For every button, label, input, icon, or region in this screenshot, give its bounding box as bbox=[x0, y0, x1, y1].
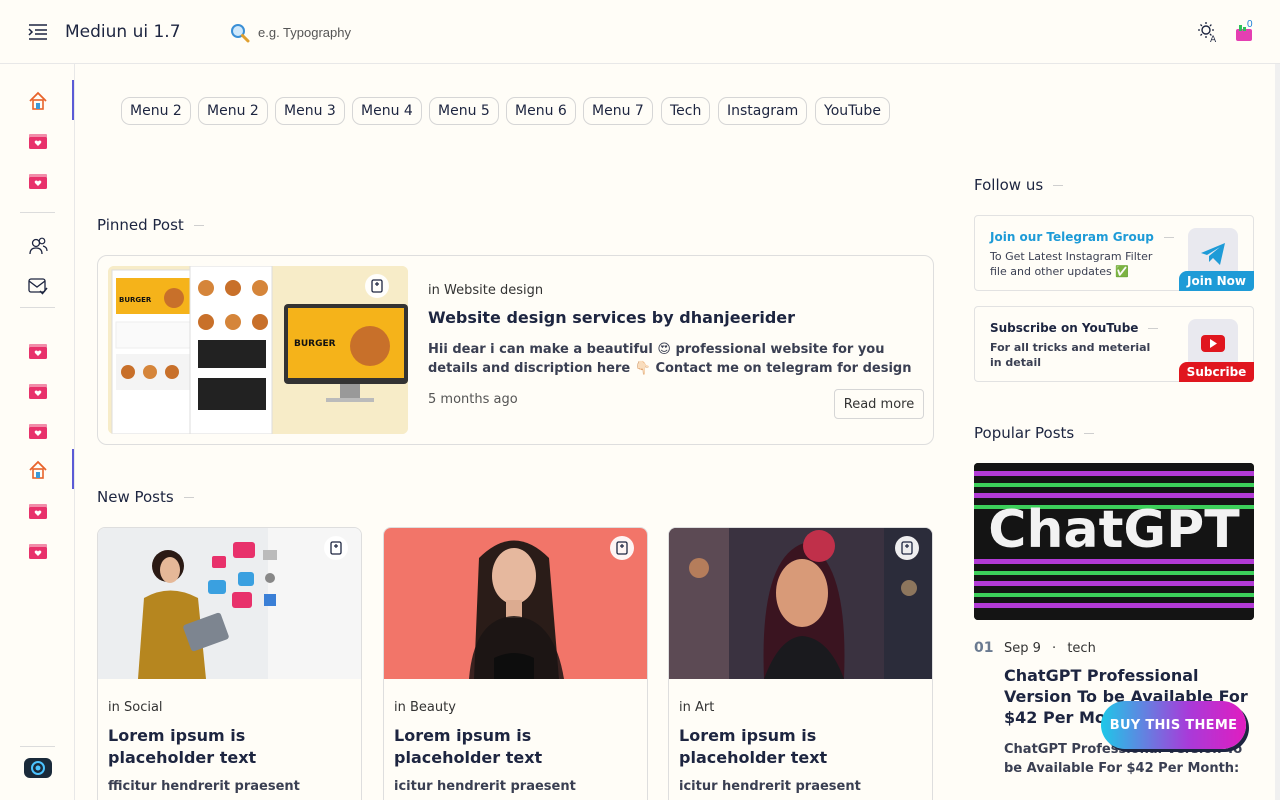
telegram-title[interactable]: Join our Telegram Group bbox=[990, 230, 1174, 244]
youtube-card[interactable]: Subscribe on YouTube For all tricks and … bbox=[974, 306, 1254, 382]
menu-chip[interactable]: Tech bbox=[661, 97, 711, 125]
page-scrollbar[interactable] bbox=[1275, 64, 1280, 800]
category-prefix: in bbox=[108, 700, 120, 715]
post-category[interactable]: in Social bbox=[108, 700, 163, 715]
image-label: ChatGPT bbox=[988, 500, 1240, 560]
rail-divider bbox=[20, 307, 55, 308]
popular-post-image[interactable]: ChatGPT bbox=[974, 463, 1254, 620]
popular-posts-heading: Popular Posts bbox=[974, 424, 1094, 442]
rail-divider bbox=[20, 746, 55, 747]
post-excerpt: icitur hendrerit praesent bbox=[679, 779, 861, 794]
theme-language-icon[interactable]: A bbox=[1197, 21, 1219, 43]
pinned-post-excerpt: Hii dear i can make a beautiful 😍 profes… bbox=[428, 342, 912, 376]
home-icon[interactable] bbox=[27, 459, 49, 481]
site-title[interactable]: Mediun ui 1.7 bbox=[65, 22, 181, 42]
post-title[interactable]: Lorem ipsum is placeholder text bbox=[679, 725, 924, 769]
search-input[interactable] bbox=[258, 20, 558, 44]
category-prefix: in bbox=[679, 700, 691, 715]
post-card[interactable]: in Beauty Lorem ipsum is placeholder tex… bbox=[383, 527, 648, 800]
popular-post-date: Sep 9 bbox=[1004, 641, 1041, 656]
pinned-post-heading: Pinned Post bbox=[97, 216, 204, 234]
svg-text:A: A bbox=[1210, 35, 1217, 43]
follow-us-heading: Follow us bbox=[974, 176, 1063, 194]
popular-post-tag[interactable]: tech bbox=[1067, 641, 1095, 656]
new-posts-heading: New Posts bbox=[97, 488, 194, 506]
post-category[interactable]: in Art bbox=[679, 700, 714, 715]
menu-chip[interactable]: Menu 3 bbox=[275, 97, 345, 125]
rail-active-indicator bbox=[72, 80, 74, 120]
post-card[interactable]: in Art Lorem ipsum is placeholder text i… bbox=[668, 527, 933, 800]
pinned-post-card[interactable]: BURGER BURGER in Website design Website … bbox=[97, 255, 934, 445]
category-name[interactable]: Beauty bbox=[410, 700, 456, 715]
rail-active-indicator bbox=[72, 449, 74, 489]
youtube-title[interactable]: Subscribe on YouTube bbox=[990, 321, 1158, 335]
users-icon[interactable] bbox=[27, 235, 49, 257]
post-image[interactable] bbox=[669, 528, 932, 679]
bookmark-icon[interactable] bbox=[324, 536, 348, 560]
cart-count-badge: 0 bbox=[1247, 19, 1253, 30]
image-label: BURGER bbox=[119, 296, 152, 304]
post-image[interactable] bbox=[384, 528, 647, 679]
avatar[interactable] bbox=[24, 758, 52, 778]
subscribe-button[interactable]: Subcribe bbox=[1179, 362, 1254, 382]
folder-heart-icon[interactable] bbox=[27, 540, 49, 562]
search-icon[interactable] bbox=[230, 23, 250, 43]
post-title[interactable]: Lorem ipsum is placeholder text bbox=[394, 725, 639, 769]
rail-divider bbox=[20, 212, 55, 213]
mail-check-icon[interactable] bbox=[27, 275, 49, 297]
post-image[interactable] bbox=[98, 528, 361, 679]
pinned-post-title[interactable]: Website design services by dhanjeerider bbox=[428, 308, 795, 327]
menu-toggle-icon[interactable] bbox=[28, 24, 48, 40]
buy-theme-button[interactable]: BUY THIS THEME bbox=[1101, 701, 1246, 749]
menu-chip[interactable]: Menu 4 bbox=[352, 97, 422, 125]
folder-heart-icon[interactable] bbox=[27, 500, 49, 522]
top-header: Mediun ui 1.7 A 0 bbox=[0, 0, 1280, 64]
home-icon[interactable] bbox=[27, 90, 49, 112]
telegram-card[interactable]: Join our Telegram Group To Get Latest In… bbox=[974, 215, 1254, 291]
folder-heart-icon[interactable] bbox=[27, 420, 49, 442]
category-prefix: in bbox=[428, 283, 440, 298]
post-excerpt: fficitur hendrerit praesent bbox=[108, 779, 300, 794]
folder-heart-icon[interactable] bbox=[27, 380, 49, 402]
category-name[interactable]: Social bbox=[124, 700, 163, 715]
youtube-description: For all tricks and meterial in detail bbox=[990, 341, 1151, 369]
read-more-button[interactable]: Read more bbox=[834, 389, 924, 419]
folder-heart-icon[interactable] bbox=[27, 130, 49, 152]
telegram-description: To Get Latest Instagram Filter file and … bbox=[990, 250, 1153, 278]
image-label: BURGER bbox=[294, 339, 336, 349]
pinned-post-category[interactable]: in Website design bbox=[428, 283, 543, 298]
menu-chip[interactable]: Menu 5 bbox=[429, 97, 499, 125]
join-now-button[interactable]: Join Now bbox=[1179, 271, 1254, 291]
menu-chip[interactable]: Menu 6 bbox=[506, 97, 576, 125]
post-card[interactable]: in Social Lorem ipsum is placeholder tex… bbox=[97, 527, 362, 800]
popular-post-number: 01 bbox=[974, 640, 994, 656]
folder-heart-icon[interactable] bbox=[27, 340, 49, 362]
pinned-post-time: 5 months ago bbox=[428, 392, 518, 407]
post-title[interactable]: Lorem ipsum is placeholder text bbox=[108, 725, 353, 769]
folder-heart-icon[interactable] bbox=[27, 170, 49, 192]
bookmark-icon[interactable] bbox=[610, 536, 634, 560]
popular-post-meta: Sep 9 · tech bbox=[1004, 641, 1096, 656]
category-name[interactable]: Website design bbox=[444, 283, 543, 298]
menu-chip[interactable]: Menu 7 bbox=[583, 97, 653, 125]
bookmark-icon[interactable] bbox=[895, 536, 919, 560]
meta-separator: · bbox=[1052, 641, 1057, 656]
menu-chip[interactable]: YouTube bbox=[815, 97, 890, 125]
category-prefix: in bbox=[394, 700, 406, 715]
menu-chip[interactable]: Instagram bbox=[718, 97, 808, 125]
left-rail bbox=[0, 64, 75, 800]
post-category[interactable]: in Beauty bbox=[394, 700, 456, 715]
pinned-post-image[interactable]: BURGER BURGER bbox=[108, 266, 408, 434]
menu-chip[interactable]: Menu 2 bbox=[121, 97, 191, 125]
menu-chip[interactable]: Menu 2 bbox=[198, 97, 268, 125]
bookmark-icon[interactable] bbox=[365, 274, 389, 298]
post-excerpt: icitur hendrerit praesent bbox=[394, 779, 576, 794]
category-name[interactable]: Art bbox=[695, 700, 714, 715]
